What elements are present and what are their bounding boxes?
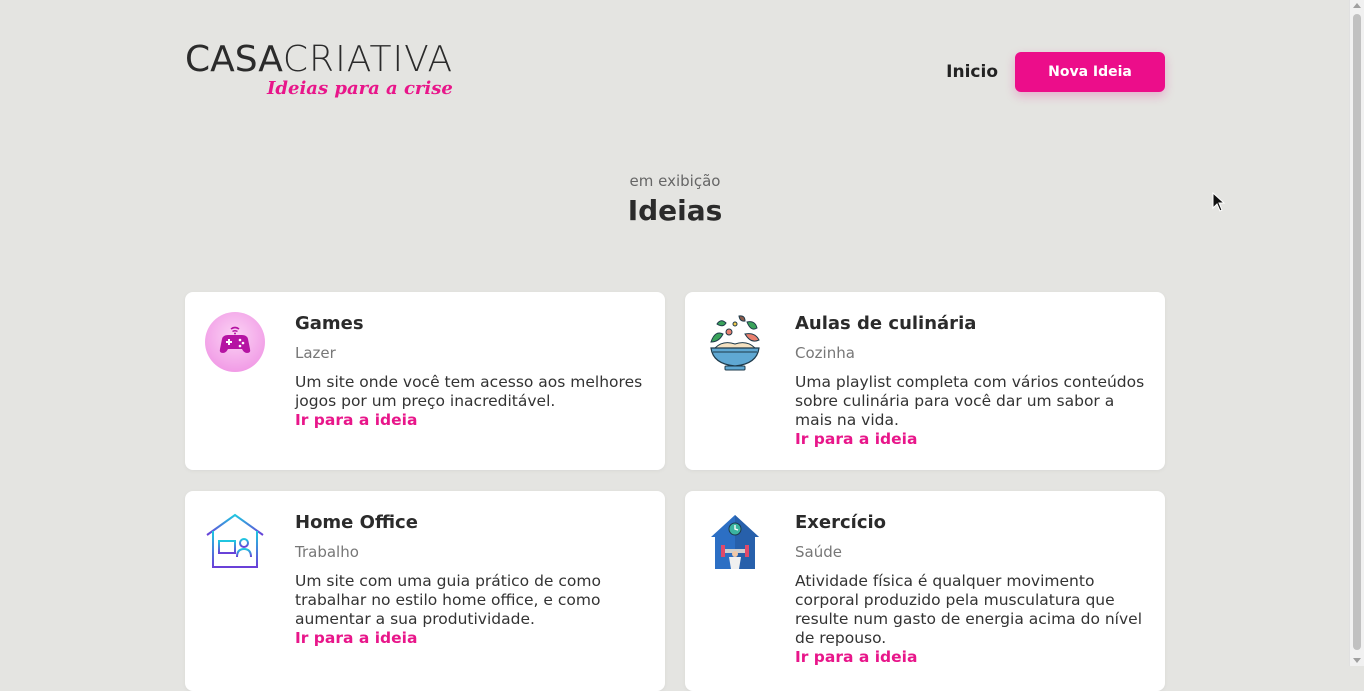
idea-card-cooking: Aulas de culinária Cozinha Uma playlist … [685, 292, 1165, 470]
idea-description: Atividade física é qualquer movimento co… [795, 572, 1143, 647]
idea-description: Uma playlist completa com vários conteúd… [795, 373, 1145, 429]
scroll-down-arrow-icon[interactable] [1353, 658, 1361, 663]
logo-casa: CASA [185, 39, 283, 80]
nav-home-link[interactable]: Inicio [946, 62, 998, 82]
idea-card-home-office: Home Office Trabalho Um site com uma gui… [185, 491, 665, 691]
logo-criativa: CRIATIVA [282, 39, 454, 80]
vertical-scrollbar[interactable] [1349, 0, 1364, 666]
idea-category: Cozinha [795, 344, 855, 362]
home-workout-icon [705, 511, 765, 571]
site-header: CASACRIATIVA Ideias para a crise Inicio … [185, 40, 1165, 104]
section-title: Ideias [627, 194, 723, 227]
new-idea-button[interactable]: Nova Ideia [1015, 52, 1165, 92]
idea-link[interactable]: Ir para a ideia [295, 411, 650, 430]
idea-description: Um site com uma guia prático de como tra… [295, 572, 601, 628]
idea-title: Exercício [795, 512, 887, 533]
scrollbar-thumb[interactable] [1353, 14, 1361, 650]
idea-title: Home Office [295, 512, 418, 533]
logo-wordmark: CASACRIATIVA [185, 40, 453, 80]
card-content: Games Lazer Um site onde você tem acesso… [295, 312, 650, 430]
idea-description: Um site onde você tem acesso aos melhore… [295, 373, 643, 410]
idea-link[interactable]: Ir para a ideia [795, 648, 1150, 667]
idea-link[interactable]: Ir para a ideia [295, 629, 650, 648]
home-office-icon [205, 511, 265, 571]
card-content: Exercício Saúde Atividade física é qualq… [795, 511, 1150, 667]
card-content: Home Office Trabalho Um site com uma gui… [295, 511, 650, 648]
idea-title: Games [295, 313, 364, 334]
idea-category: Saúde [795, 543, 842, 561]
gamepad-icon [205, 312, 265, 372]
salad-bowl-icon [705, 312, 765, 372]
idea-title: Aulas de culinária [795, 313, 977, 334]
idea-card-exercise: Exercício Saúde Atividade física é qualq… [685, 491, 1165, 691]
idea-category: Trabalho [295, 543, 359, 561]
idea-category: Lazer [295, 344, 336, 362]
logo[interactable]: CASACRIATIVA Ideias para a crise [185, 40, 485, 104]
ideas-heading: em exibição Ideias [0, 170, 1350, 230]
idea-link[interactable]: Ir para a ideia [795, 430, 1150, 449]
mouse-cursor-icon [1212, 192, 1226, 212]
scroll-up-arrow-icon[interactable] [1353, 3, 1361, 8]
idea-card-games: Games Lazer Um site onde você tem acesso… [185, 292, 665, 470]
page: CASACRIATIVA Ideias para a crise Inicio … [0, 0, 1350, 691]
logo-tagline: Ideias para a crise [267, 78, 453, 99]
section-subtitle: em exibição [629, 172, 721, 190]
main-nav: Inicio Nova Ideia [946, 52, 1165, 92]
card-content: Aulas de culinária Cozinha Uma playlist … [795, 312, 1150, 449]
